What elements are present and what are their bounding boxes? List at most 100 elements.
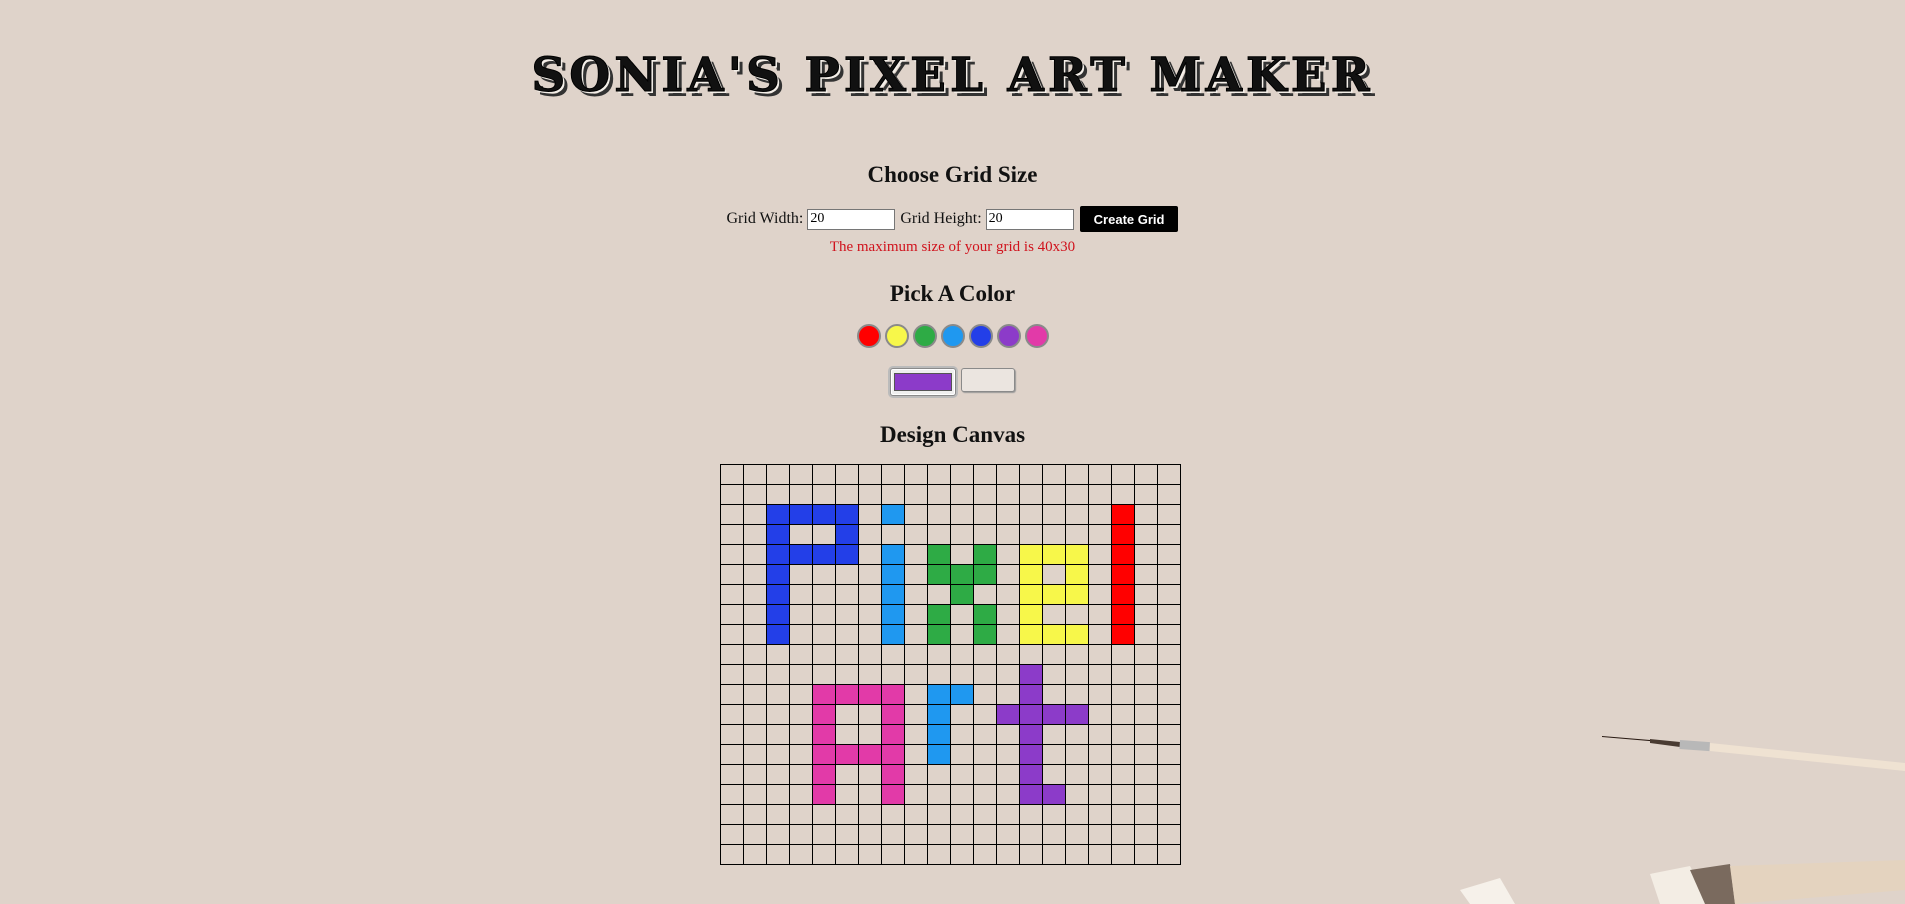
canvas-cell[interactable] (996, 544, 1020, 565)
canvas-cell[interactable] (743, 824, 767, 845)
color-swatch-green[interactable] (912, 324, 937, 348)
canvas-cell[interactable] (1019, 484, 1043, 505)
canvas-cell[interactable] (812, 784, 836, 805)
canvas-cell[interactable] (789, 724, 813, 745)
canvas-cell[interactable] (1157, 684, 1181, 705)
canvas-cell[interactable] (1042, 784, 1066, 805)
canvas-cell[interactable] (1088, 484, 1112, 505)
canvas-cell[interactable] (1065, 524, 1089, 545)
canvas-cell[interactable] (1088, 504, 1112, 525)
canvas-cell[interactable] (812, 844, 836, 865)
canvas-cell[interactable] (1134, 704, 1158, 725)
canvas-cell[interactable] (812, 744, 836, 765)
canvas-cell[interactable] (858, 484, 882, 505)
canvas-cell[interactable] (812, 804, 836, 825)
canvas-cell[interactable] (973, 664, 997, 685)
canvas-cell[interactable] (1134, 584, 1158, 605)
canvas-cell[interactable] (973, 644, 997, 665)
canvas-cell[interactable] (950, 744, 974, 765)
canvas-cell[interactable] (1042, 564, 1066, 585)
canvas-cell[interactable] (1042, 464, 1066, 485)
canvas-cell[interactable] (743, 624, 767, 645)
canvas-cell[interactable] (950, 624, 974, 645)
canvas-cell[interactable] (950, 584, 974, 605)
canvas-cell[interactable] (858, 744, 882, 765)
canvas-cell[interactable] (996, 784, 1020, 805)
canvas-cell[interactable] (766, 624, 790, 645)
canvas-cell[interactable] (1065, 804, 1089, 825)
canvas-cell[interactable] (904, 664, 928, 685)
canvas-cell[interactable] (720, 784, 744, 805)
canvas-cell[interactable] (996, 564, 1020, 585)
canvas-cell[interactable] (927, 644, 951, 665)
canvas-cell[interactable] (720, 564, 744, 585)
canvas-cell[interactable] (1065, 784, 1089, 805)
canvas-cell[interactable] (1157, 824, 1181, 845)
canvas-cell[interactable] (858, 784, 882, 805)
canvas-cell[interactable] (835, 544, 859, 565)
canvas-cell[interactable] (1134, 544, 1158, 565)
canvas-cell[interactable] (1019, 724, 1043, 745)
canvas-cell[interactable] (1088, 684, 1112, 705)
canvas-cell[interactable] (1111, 784, 1135, 805)
canvas-cell[interactable] (1019, 784, 1043, 805)
canvas-cell[interactable] (950, 784, 974, 805)
canvas-cell[interactable] (835, 824, 859, 845)
canvas-cell[interactable] (927, 584, 951, 605)
canvas-cell[interactable] (743, 604, 767, 625)
canvas-cell[interactable] (858, 664, 882, 685)
canvas-cell[interactable] (743, 484, 767, 505)
canvas-cell[interactable] (1042, 584, 1066, 605)
canvas-cell[interactable] (927, 684, 951, 705)
canvas-cell[interactable] (1019, 624, 1043, 645)
canvas-cell[interactable] (1019, 844, 1043, 865)
canvas-cell[interactable] (766, 724, 790, 745)
canvas-cell[interactable] (766, 844, 790, 865)
canvas-cell[interactable] (927, 724, 951, 745)
canvas-cell[interactable] (881, 844, 905, 865)
pixel-canvas-grid[interactable] (720, 464, 1181, 865)
canvas-cell[interactable] (1157, 484, 1181, 505)
canvas-cell[interactable] (1111, 644, 1135, 665)
canvas-cell[interactable] (835, 604, 859, 625)
canvas-cell[interactable] (950, 664, 974, 685)
canvas-cell[interactable] (743, 504, 767, 525)
canvas-cell[interactable] (996, 684, 1020, 705)
canvas-cell[interactable] (1088, 704, 1112, 725)
canvas-cell[interactable] (950, 704, 974, 725)
canvas-cell[interactable] (743, 724, 767, 745)
canvas-cell[interactable] (720, 484, 744, 505)
canvas-cell[interactable] (1042, 664, 1066, 685)
canvas-cell[interactable] (973, 624, 997, 645)
canvas-cell[interactable] (1134, 464, 1158, 485)
canvas-cell[interactable] (904, 824, 928, 845)
canvas-cell[interactable] (1134, 664, 1158, 685)
canvas-cell[interactable] (904, 844, 928, 865)
canvas-cell[interactable] (950, 804, 974, 825)
canvas-cell[interactable] (1088, 724, 1112, 745)
canvas-cell[interactable] (1111, 744, 1135, 765)
canvas-cell[interactable] (789, 684, 813, 705)
canvas-cell[interactable] (1065, 604, 1089, 625)
canvas-cell[interactable] (789, 704, 813, 725)
canvas-cell[interactable] (789, 564, 813, 585)
canvas-cell[interactable] (1042, 824, 1066, 845)
canvas-cell[interactable] (835, 484, 859, 505)
canvas-cell[interactable] (927, 844, 951, 865)
canvas-cell[interactable] (1134, 604, 1158, 625)
canvas-cell[interactable] (927, 544, 951, 565)
canvas-cell[interactable] (1111, 804, 1135, 825)
canvas-cell[interactable] (904, 764, 928, 785)
canvas-cell[interactable] (720, 824, 744, 845)
canvas-cell[interactable] (835, 504, 859, 525)
canvas-cell[interactable] (1042, 724, 1066, 745)
canvas-cell[interactable] (1042, 504, 1066, 525)
canvas-cell[interactable] (1042, 644, 1066, 665)
canvas-cell[interactable] (973, 684, 997, 705)
canvas-cell[interactable] (789, 484, 813, 505)
canvas-cell[interactable] (996, 484, 1020, 505)
grid-width-input[interactable] (807, 208, 896, 230)
canvas-cell[interactable] (950, 504, 974, 525)
canvas-cell[interactable] (904, 784, 928, 805)
canvas-cell[interactable] (996, 844, 1020, 865)
